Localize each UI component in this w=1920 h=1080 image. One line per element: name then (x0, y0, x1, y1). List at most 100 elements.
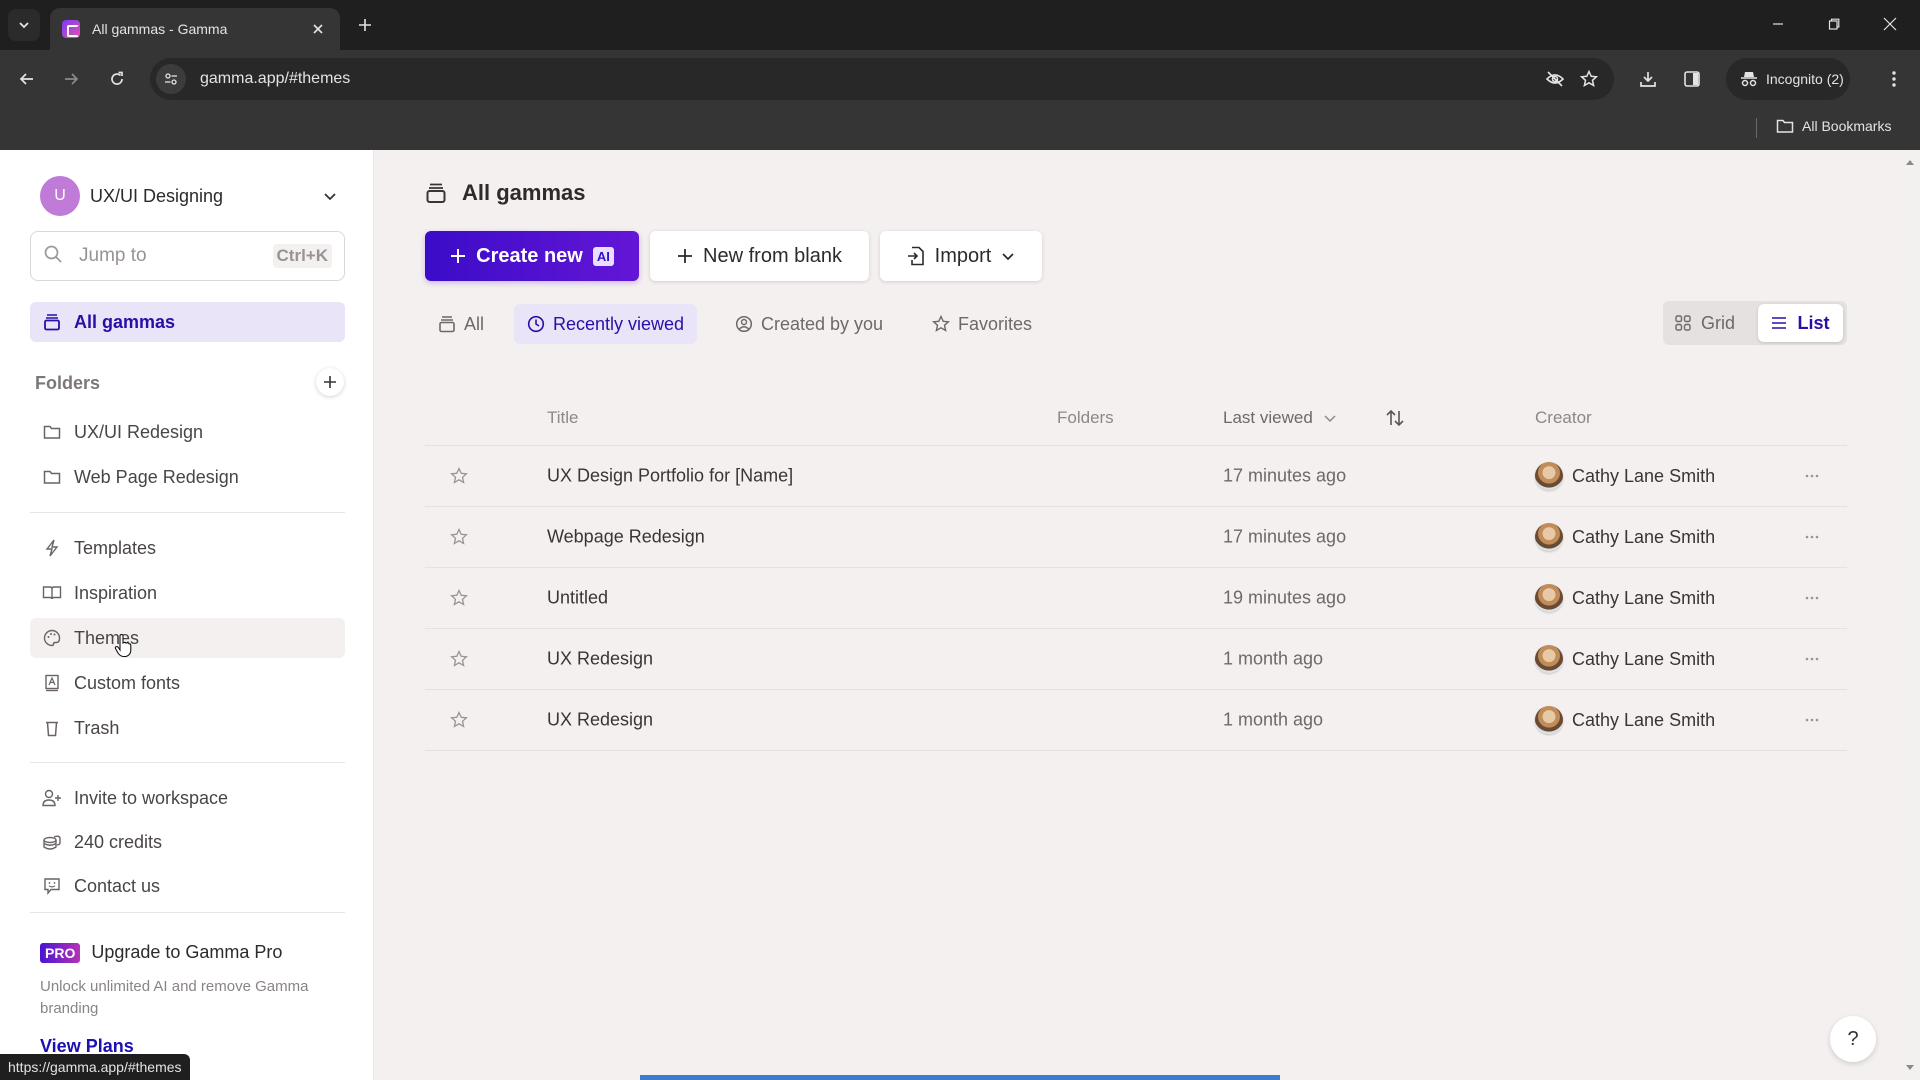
jump-to-search[interactable]: Jump to Ctrl+K (30, 231, 345, 281)
filter-tab-recently-viewed[interactable]: Recently viewed (514, 304, 698, 344)
creator-avatar (1535, 584, 1563, 612)
row-creator: Cathy Lane Smith (1535, 462, 1715, 490)
table-row[interactable]: Untitled 19 minutes ago Cathy Lane Smith (425, 568, 1847, 629)
sidebar-item-trash[interactable]: Trash (30, 708, 345, 748)
row-more-button[interactable] (1805, 657, 1819, 661)
url-text[interactable]: gamma.app/#themes (200, 70, 1538, 88)
favorite-star-button[interactable] (450, 589, 468, 607)
sidebar-item-credits[interactable]: 240 credits (30, 822, 345, 862)
book-icon (42, 583, 62, 603)
filter-label: Favorites (958, 313, 1033, 334)
sidebar-folder-web-page-redesign[interactable]: Web Page Redesign (30, 457, 345, 497)
table-header: Title Folders Last viewed Creator (425, 390, 1847, 446)
arrow-right-icon (65, 73, 79, 85)
new-from-blank-button[interactable]: New from blank (650, 231, 869, 281)
sidebar-folder-ux-ui-redesign[interactable]: UX/UI Redesign (30, 412, 345, 452)
incognito-icon (1741, 72, 1757, 87)
star-icon (1580, 70, 1598, 88)
page-scrollbar[interactable] (1900, 150, 1920, 1080)
list-icon (1772, 317, 1787, 329)
minimize-button[interactable] (1755, 8, 1801, 40)
row-title[interactable]: Untitled (547, 588, 608, 609)
filter-tab-all[interactable]: All (425, 304, 497, 344)
more-horizontal-icon (1805, 596, 1819, 600)
list-view-button[interactable]: List (1758, 304, 1843, 342)
creator-name: Cathy Lane Smith (1572, 526, 1716, 547)
row-more-button[interactable] (1805, 535, 1819, 539)
sidebar-item-contact[interactable]: Contact us (30, 866, 345, 906)
row-more-button[interactable] (1805, 718, 1819, 722)
row-title[interactable]: UX Redesign (547, 649, 653, 670)
scroll-up-arrow-icon[interactable] (1906, 160, 1914, 165)
tab-search-button[interactable] (8, 9, 40, 41)
scroll-down-arrow-icon[interactable] (1906, 1065, 1914, 1070)
downloads-button[interactable] (1633, 64, 1663, 94)
browser-menu-button[interactable] (1879, 64, 1909, 94)
sidebar-item-custom-fonts[interactable]: Custom fonts (30, 663, 345, 703)
create-new-button[interactable]: Create new AI (425, 231, 639, 281)
search-icon (43, 244, 65, 269)
new-tab-button[interactable] (352, 12, 378, 38)
sidebar-item-themes[interactable]: Themes (30, 618, 345, 658)
shortcut-hint: Ctrl+K (272, 244, 332, 268)
workspace-switcher[interactable]: U UX/UI Designing (40, 176, 340, 216)
row-title[interactable]: Webpage Redesign (547, 527, 705, 548)
sidebar-item-label: Trash (74, 717, 120, 738)
create-new-label: Create new (476, 244, 583, 267)
row-title[interactable]: UX Redesign (547, 710, 653, 731)
reload-button[interactable] (102, 64, 132, 94)
gamma-page: U UX/UI Designing Jump to Ctrl+K All gam… (0, 150, 1920, 1080)
restore-icon (1828, 18, 1840, 30)
back-button[interactable] (12, 64, 42, 94)
forward-button[interactable] (56, 64, 86, 94)
bookmark-star-button[interactable] (1572, 62, 1606, 96)
table-row[interactable]: Webpage Redesign 17 minutes ago Cathy Lane… (425, 507, 1847, 568)
table-body: UX Design Portfolio for [Name] 17 minutes… (425, 446, 1847, 751)
site-info-button[interactable] (156, 64, 186, 94)
favorite-star-button[interactable] (450, 650, 468, 668)
import-label: Import (934, 244, 992, 267)
add-folder-button[interactable] (316, 368, 344, 396)
close-icon (313, 24, 323, 34)
page-title-text: All gammas (462, 180, 586, 205)
address-bar[interactable]: gamma.app/#themes (150, 58, 1614, 100)
import-icon (907, 246, 924, 266)
trash-icon (42, 718, 62, 738)
all-bookmarks-button[interactable]: All Bookmarks (1776, 118, 1891, 134)
upgrade-title: Upgrade to Gamma Pro (91, 942, 283, 962)
sidebar-item-inspiration[interactable]: Inspiration (30, 573, 345, 613)
table-row[interactable]: UX Redesign 1 month ago Cathy Lane Smith (425, 690, 1847, 751)
kebab-menu-icon (1892, 71, 1896, 87)
table-row[interactable]: UX Design Portfolio for [Name] 17 minutes… (425, 446, 1847, 507)
sidebar-item-label: Templates (74, 537, 157, 558)
table-row[interactable]: UX Redesign 1 month ago Cathy Lane Smith (425, 629, 1847, 690)
restore-button[interactable] (1811, 8, 1857, 40)
browser-tab[interactable]: All gammas - Gamma (50, 8, 340, 50)
header-last-viewed[interactable]: Last viewed (1223, 408, 1337, 428)
close-tab-button[interactable] (308, 19, 328, 39)
incognito-label: Incognito (2) (1766, 71, 1844, 87)
grid-view-button[interactable]: Grid (1675, 308, 1735, 338)
row-title[interactable]: UX Design Portfolio for [Name] (547, 466, 793, 487)
favorite-star-button[interactable] (450, 467, 468, 485)
filter-tab-created-by-you[interactable]: Created by you (722, 304, 896, 344)
more-horizontal-icon (1805, 657, 1819, 661)
incognito-button[interactable]: Incognito (2) (1726, 58, 1850, 100)
row-more-button[interactable] (1805, 474, 1819, 478)
filter-tab-favorites[interactable]: Favorites (919, 304, 1045, 344)
side-panel-button[interactable] (1677, 64, 1707, 94)
favorite-star-button[interactable] (450, 711, 468, 729)
sort-order-button[interactable] (1385, 409, 1405, 427)
import-button[interactable]: Import (880, 231, 1042, 281)
row-more-button[interactable] (1805, 596, 1819, 600)
sidebar-item-templates[interactable]: Templates (30, 528, 345, 568)
favorite-star-button[interactable] (450, 528, 468, 546)
header-title[interactable]: Title (547, 408, 579, 428)
star-icon (450, 528, 468, 545)
sidebar-item-all-gammas[interactable]: All gammas (30, 302, 345, 342)
close-window-button[interactable] (1867, 8, 1913, 40)
sidebar-item-invite[interactable]: Invite to workspace (30, 778, 345, 818)
eye-off-button[interactable] (1538, 62, 1572, 96)
help-button[interactable]: ? (1830, 1016, 1876, 1062)
minimize-icon (1773, 23, 1783, 25)
